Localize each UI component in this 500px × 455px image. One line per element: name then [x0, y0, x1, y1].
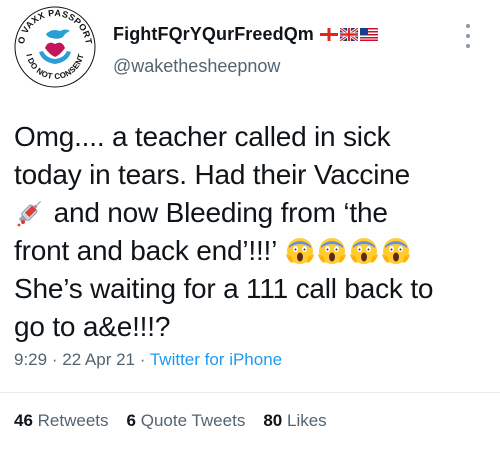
likes-label: Likes — [286, 411, 327, 430]
tweet-line: front and back end’!!!’ — [14, 235, 277, 266]
tweet-line-with-emoji: and now Bleeding from ‘the — [14, 194, 494, 232]
screaming-face-icon — [349, 238, 378, 264]
screaming-face-icon — [381, 238, 410, 264]
syringe-icon — [17, 201, 41, 227]
avatar[interactable]: NO VAXX PASSPORTS I DO NOT CONSENT — [9, 0, 98, 90]
tweet-line: and now Bleeding from ‘the — [46, 197, 388, 228]
divider — [0, 392, 500, 393]
screaming-face-icon — [285, 238, 314, 264]
us-flag-icon — [359, 28, 378, 41]
retweets-label: Retweets — [37, 411, 109, 430]
tweet-line: Omg.... a teacher called in sick — [14, 121, 391, 152]
quote-tweets-stat[interactable]: 6 Quote Tweets — [127, 411, 246, 431]
flag-icons — [319, 28, 378, 41]
author-name-row[interactable]: FightFQrYQurFreedQm — [113, 24, 378, 45]
screaming-face-icon — [317, 238, 346, 264]
retweets-stat[interactable]: 46 Retweets — [14, 411, 109, 431]
more-options-icon[interactable] — [462, 24, 474, 48]
quote-tweets-count: 6 — [126, 411, 136, 430]
uk-flag-icon — [339, 28, 358, 41]
tweet-line-with-emoji: front and back end’!!!’ — [14, 232, 494, 270]
retweets-count: 46 — [14, 411, 33, 430]
tweet-source-link[interactable]: Twitter for iPhone — [150, 350, 282, 369]
quote-tweets-label: Quote Tweets — [140, 411, 246, 430]
tweet-meta: 9:29 · 22 Apr 21 · Twitter for iPhone — [14, 350, 282, 370]
tweet-line: go to a&e!!!? — [14, 311, 171, 342]
tweet-stats: 46 Retweets 6 Quote Tweets 80 Likes — [14, 411, 327, 431]
tweet-time[interactable]: 9:29 — [14, 350, 47, 369]
tweet-line: today in tears. Had their Vaccine — [14, 159, 410, 190]
no-vaxx-badge-icon: NO VAXX PASSPORTS I DO NOT CONSENT — [9, 0, 96, 88]
tweet-line: She’s waiting for a 111 call back to — [14, 273, 434, 304]
meta-separator: · — [139, 350, 146, 369]
author-handle[interactable]: @wakethesheepnow — [113, 56, 280, 77]
england-flag-icon — [319, 28, 338, 41]
likes-count: 80 — [263, 411, 283, 430]
meta-separator: · — [51, 350, 58, 369]
author-display-name[interactable]: FightFQrYQurFreedQm — [113, 24, 314, 45]
tweet-date[interactable]: 22 Apr 21 — [62, 350, 135, 369]
tweet-text: Omg.... a teacher called in sick today i… — [14, 118, 494, 346]
likes-stat[interactable]: 80 Likes — [263, 411, 326, 431]
